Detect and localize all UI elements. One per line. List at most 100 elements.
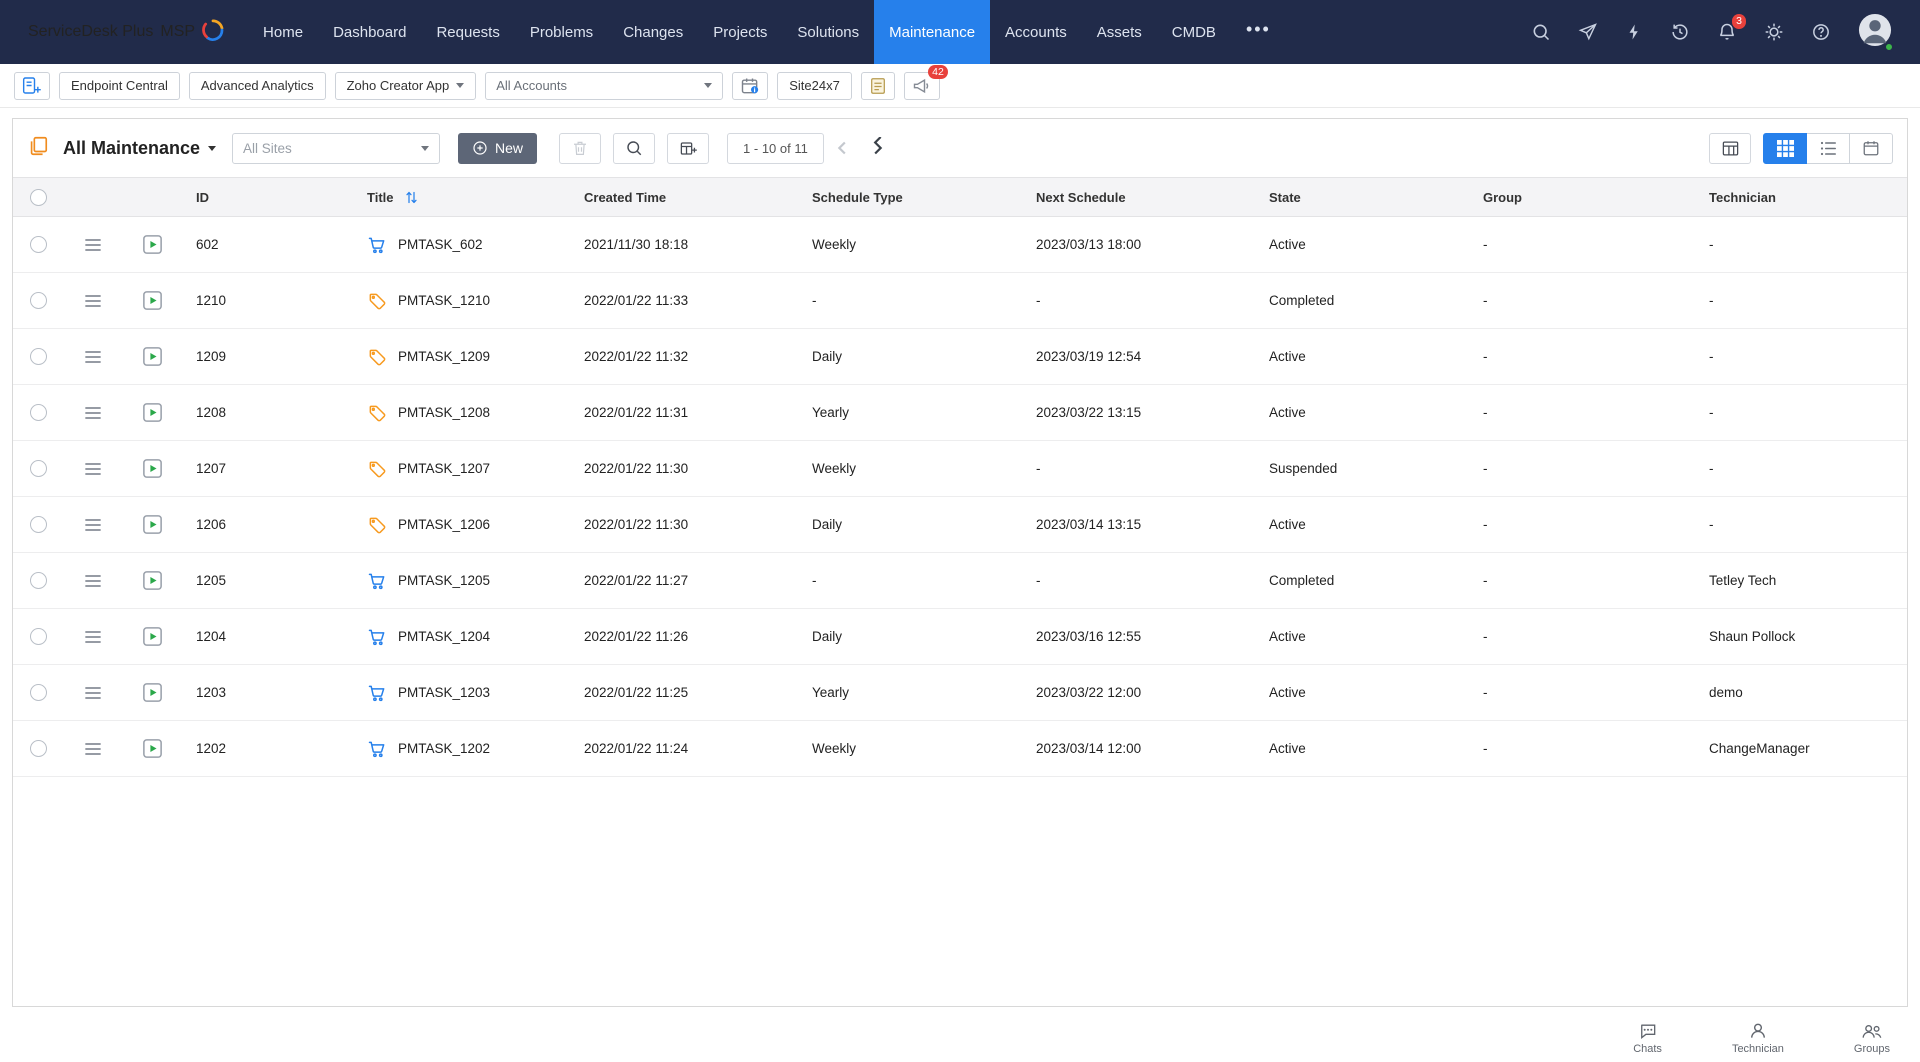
bell-icon[interactable]: 3 [1717, 14, 1746, 42]
column-header-schedule-type[interactable]: Schedule Type [812, 190, 903, 205]
nav-item-maintenance[interactable]: Maintenance [874, 0, 991, 64]
add-column-button[interactable] [667, 132, 710, 164]
nav-item-solutions[interactable]: Solutions [782, 0, 874, 64]
task-title-link[interactable]: PMTASK_1210 [398, 293, 490, 308]
table-row[interactable]: 602 PMTASK_602 2021/11/30 18:18 Weekly 2023/… [13, 217, 1907, 273]
execute-task-button[interactable] [141, 457, 164, 480]
apps-panel-icon[interactable] [14, 71, 50, 100]
row-actions-menu[interactable] [85, 406, 101, 420]
calendar-view-button[interactable] [1849, 132, 1893, 164]
row-actions-menu[interactable] [85, 518, 101, 532]
column-header-created-time[interactable]: Created Time [584, 190, 666, 205]
column-header-title[interactable]: Title [367, 190, 394, 205]
nav-item-cmdb[interactable]: CMDB [1157, 0, 1231, 64]
table-row[interactable]: 1205 PMTASK_1205 2022/01/22 11:27 - - Complet… [13, 553, 1907, 609]
nav-item-problems[interactable]: Problems [515, 0, 608, 64]
toolbar-button-zoho-creator-app[interactable]: Zoho Creator App [334, 71, 477, 100]
table-row[interactable]: 1204 PMTASK_1204 2022/01/22 11:26 Daily 2023… [13, 609, 1907, 665]
task-title-link[interactable]: PMTASK_1202 [398, 741, 490, 756]
table-row[interactable]: 1207 PMTASK_1207 2022/01/22 11:30 Weekly - Su… [13, 441, 1907, 497]
select-all-checkbox[interactable] [29, 188, 47, 206]
row-checkbox[interactable] [29, 348, 47, 365]
toolbar-button-endpoint-central[interactable]: Endpoint Central [59, 71, 180, 100]
row-checkbox[interactable] [29, 404, 47, 421]
footer-item-groups[interactable]: Groups [1854, 1021, 1890, 1055]
nav-item-dashboard[interactable]: Dashboard [318, 0, 421, 64]
execute-task-button[interactable] [141, 681, 164, 704]
row-actions-menu[interactable] [85, 350, 101, 364]
nav-item-assets[interactable]: Assets [1082, 0, 1157, 64]
footer-item-chats[interactable]: Chats [1633, 1021, 1662, 1055]
new-button[interactable]: New [458, 132, 538, 164]
nav-item-accounts[interactable]: Accounts [990, 0, 1082, 64]
grid-view-button[interactable] [1763, 132, 1807, 164]
search-icon[interactable] [1531, 22, 1551, 42]
table-row[interactable]: 1203 PMTASK_1203 2022/01/22 11:25 Yearly 202… [13, 665, 1907, 721]
column-header-id[interactable]: ID [196, 190, 209, 205]
table-settings-button[interactable] [1709, 132, 1751, 164]
column-header-group[interactable]: Group [1483, 190, 1522, 205]
view-selector[interactable]: All Maintenance [63, 138, 217, 159]
column-header-technician[interactable]: Technician [1709, 190, 1776, 205]
row-actions-menu[interactable] [85, 686, 101, 700]
list-view-button[interactable] [1806, 132, 1850, 164]
paper-plane-icon[interactable] [1578, 22, 1598, 42]
row-actions-menu[interactable] [85, 462, 101, 476]
execute-task-button[interactable] [141, 289, 164, 312]
row-actions-menu[interactable] [85, 238, 101, 252]
previous-page-button[interactable] [828, 133, 858, 163]
task-title-link[interactable]: PMTASK_1207 [398, 461, 490, 476]
table-row[interactable]: 1206 PMTASK_1206 2022/01/22 11:30 Daily 2023… [13, 497, 1907, 553]
table-row[interactable]: 1202 PMTASK_1202 2022/01/22 11:24 Weekly 202… [13, 721, 1907, 777]
history-icon[interactable] [1670, 22, 1690, 42]
task-title-link[interactable]: PMTASK_1205 [398, 573, 490, 588]
nav-more-button[interactable]: ••• [1231, 0, 1286, 64]
row-checkbox[interactable] [29, 236, 47, 253]
row-checkbox[interactable] [29, 684, 47, 701]
execute-task-button[interactable] [141, 233, 164, 256]
help-icon[interactable] [1811, 22, 1831, 42]
brand-logo[interactable]: ServiceDesk Plus MSP [0, 0, 248, 64]
footer-item-technician[interactable]: Technician [1732, 1021, 1784, 1055]
row-checkbox[interactable] [29, 628, 47, 645]
toolbar-button-advanced-analytics[interactable]: Advanced Analytics [188, 71, 326, 100]
avatar[interactable] [1858, 13, 1894, 52]
nav-item-changes[interactable]: Changes [608, 0, 698, 64]
sites-dropdown[interactable]: All Sites [232, 132, 441, 164]
execute-task-button[interactable] [141, 625, 164, 648]
task-title-link[interactable]: PMTASK_1206 [398, 517, 490, 532]
calendar-info-icon[interactable] [732, 71, 769, 100]
table-row[interactable]: 1209 PMTASK_1209 2022/01/22 11:32 Daily 2023… [13, 329, 1907, 385]
execute-task-button[interactable] [141, 513, 164, 536]
table-row[interactable]: 1208 PMTASK_1208 2022/01/22 11:31 Yearly 202… [13, 385, 1907, 441]
lightning-icon[interactable] [1625, 22, 1643, 42]
task-title-link[interactable]: PMTASK_1208 [398, 405, 490, 420]
task-title-link[interactable]: PMTASK_1203 [398, 685, 490, 700]
row-actions-menu[interactable] [85, 574, 101, 588]
row-checkbox[interactable] [29, 516, 47, 533]
search-button[interactable] [613, 132, 656, 164]
execute-task-button[interactable] [141, 737, 164, 760]
nav-item-home[interactable]: Home [248, 0, 318, 64]
row-actions-menu[interactable] [85, 294, 101, 308]
row-checkbox[interactable] [29, 572, 47, 589]
task-title-link[interactable]: PMTASK_602 [398, 237, 483, 252]
execute-task-button[interactable] [141, 401, 164, 424]
execute-task-button[interactable] [141, 569, 164, 592]
nav-item-requests[interactable]: Requests [421, 0, 514, 64]
next-page-button[interactable] [862, 133, 892, 163]
gear-icon[interactable] [1764, 22, 1784, 42]
row-actions-menu[interactable] [85, 630, 101, 644]
site24x7-button[interactable]: Site24x7 [777, 71, 852, 100]
task-title-link[interactable]: PMTASK_1209 [398, 349, 490, 364]
task-title-link[interactable]: PMTASK_1204 [398, 629, 490, 644]
table-row[interactable]: 1210 PMTASK_1210 2022/01/22 11:33 - - Complet… [13, 273, 1907, 329]
row-checkbox[interactable] [29, 460, 47, 477]
row-checkbox[interactable] [29, 292, 47, 309]
row-actions-menu[interactable] [85, 742, 101, 756]
column-header-state[interactable]: State [1269, 190, 1301, 205]
execute-task-button[interactable] [141, 345, 164, 368]
column-header-next-schedule[interactable]: Next Schedule [1036, 190, 1126, 205]
notes-icon[interactable] [860, 71, 895, 100]
accounts-dropdown[interactable]: All Accounts [485, 71, 724, 100]
